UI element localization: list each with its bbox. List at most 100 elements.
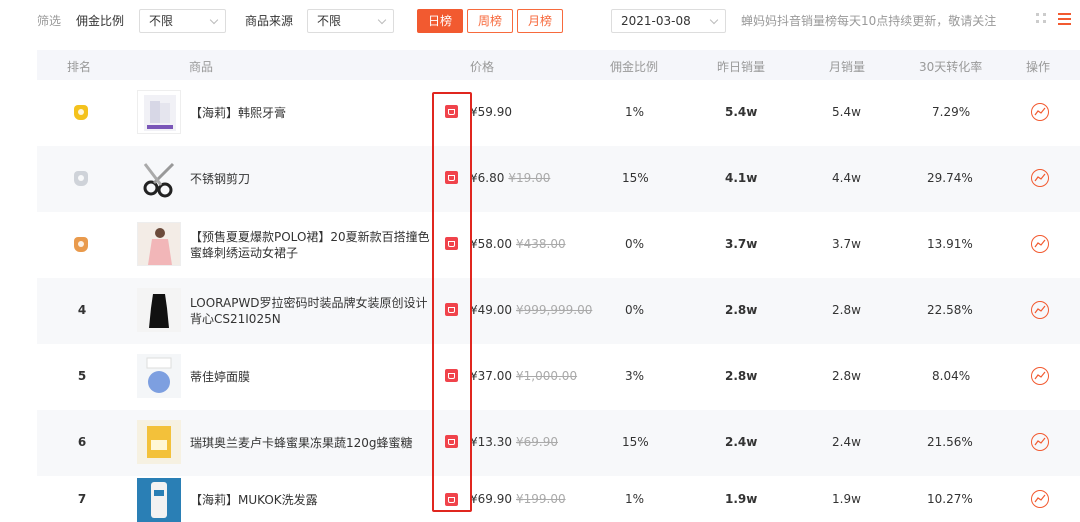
conversion-rate: 21.56%: [927, 435, 973, 449]
yesterday-sales: 2.8w: [725, 303, 758, 317]
monthly-sales: 4.4w: [832, 171, 861, 185]
source-value: 不限: [317, 14, 342, 28]
tab-daily[interactable]: 日榜: [417, 9, 463, 33]
header-product: 商品: [189, 60, 214, 74]
yesterday-sales: 2.8w: [725, 369, 758, 383]
rank-number: 6: [77, 435, 87, 449]
current-price: ¥37.00: [470, 369, 512, 383]
tab-monthly[interactable]: 月榜: [517, 9, 563, 33]
yesterday-sales: 3.7w: [725, 237, 758, 251]
product-thumbnail[interactable]: [137, 90, 181, 134]
price-cell: ¥49.00 ¥999,999.00: [470, 303, 592, 317]
period-tabs: 日榜 周榜 月榜: [417, 9, 567, 33]
trend-chart-icon[interactable]: [1031, 490, 1049, 508]
table-row[interactable]: 4 LOORAPWD罗拉密码时装品牌女装原创设计背心CS21I025N ¥49.…: [37, 278, 1080, 344]
yesterday-sales: 4.1w: [725, 171, 758, 185]
conversion-rate: 22.58%: [927, 303, 973, 317]
chevron-down-icon: [709, 15, 719, 25]
conversion-rate: 7.29%: [932, 105, 971, 119]
current-price: ¥58.00: [470, 237, 512, 251]
trend-chart-icon[interactable]: [1031, 103, 1049, 121]
product-thumbnail[interactable]: [137, 288, 181, 332]
commission-select[interactable]: 不限: [139, 9, 226, 33]
commission-rate: 15%: [622, 435, 649, 449]
yesterday-sales: 5.4w: [725, 105, 758, 119]
table-row[interactable]: 5 蒂佳婷面膜 ¥37.00 ¥1,000.00 3% 2.8w 2.8w 8.0…: [37, 344, 1080, 410]
rank-number: 4: [77, 303, 87, 317]
date-value: 2021-03-08: [621, 14, 691, 28]
product-thumbnail[interactable]: [137, 156, 181, 200]
header-yesterday-sales[interactable]: 昨日销量: [717, 58, 765, 75]
highlight-box: [432, 92, 472, 512]
product-name[interactable]: 蒂佳婷面膜: [190, 369, 434, 385]
monthly-sales: 1.9w: [832, 492, 861, 506]
header-commission[interactable]: 佣金比例: [610, 58, 658, 75]
product-name[interactable]: 不锈钢剪刀: [190, 171, 434, 187]
product-thumbnail[interactable]: [137, 420, 181, 464]
source-label: 商品来源: [245, 14, 294, 28]
chevron-down-icon: [209, 15, 219, 25]
original-price: ¥19.00: [508, 171, 551, 185]
header-rank: 排名: [67, 60, 92, 74]
product-thumbnail[interactable]: [137, 354, 181, 398]
rank-number: 7: [77, 492, 87, 506]
grid-view-icon[interactable]: [1036, 13, 1048, 25]
table-row[interactable]: 【海莉】韩熙牙膏 ¥59.90 1% 5.4w 5.4w 7.29%: [37, 80, 1080, 146]
commission-rate: 15%: [622, 171, 649, 185]
price-cell: ¥37.00 ¥1,000.00: [470, 369, 577, 383]
tab-weekly[interactable]: 周榜: [467, 9, 513, 33]
conversion-rate: 10.27%: [927, 492, 973, 506]
original-price: ¥199.00: [516, 492, 566, 506]
current-price: ¥59.90: [470, 105, 512, 119]
table-row[interactable]: 不锈钢剪刀 ¥6.80 ¥19.00 15% 4.1w 4.4w 29.74%: [37, 146, 1080, 212]
product-name[interactable]: 【预售夏夏爆款POLO裙】20夏新款百搭撞色蜜蜂刺绣运动女裙子: [190, 229, 434, 261]
table-row[interactable]: 【预售夏夏爆款POLO裙】20夏新款百搭撞色蜜蜂刺绣运动女裙子 ¥58.00 ¥4…: [37, 212, 1080, 278]
product-name[interactable]: 【海莉】MUKOK洗发露: [190, 492, 434, 508]
price-cell: ¥6.80 ¥19.00: [470, 171, 550, 185]
filter-bar: 筛选 佣金比例 不限 商品来源 不限 日榜 周榜 月榜 2021-03-08 蝉…: [0, 0, 1080, 40]
commission-label: 佣金比例: [76, 14, 125, 28]
yesterday-sales: 2.4w: [725, 435, 758, 449]
product-name[interactable]: 瑞琪奥兰麦卢卡蜂蜜果冻果蔬120g蜂蜜糖: [190, 435, 434, 451]
original-price: ¥438.00: [516, 237, 566, 251]
conversion-rate: 13.91%: [927, 237, 973, 251]
commission-value: 不限: [149, 14, 174, 28]
rank-number: 5: [77, 369, 87, 383]
yesterday-sales: 1.9w: [725, 492, 758, 506]
header-price[interactable]: 价格: [470, 58, 494, 75]
product-thumbnail[interactable]: [137, 222, 181, 266]
list-view-icon[interactable]: [1058, 13, 1071, 25]
trend-chart-icon[interactable]: [1031, 301, 1049, 319]
monthly-sales: 3.7w: [832, 237, 861, 251]
trend-chart-icon[interactable]: [1031, 367, 1049, 385]
date-select[interactable]: 2021-03-08: [611, 9, 726, 33]
table-header: 排名 商品 价格 佣金比例 昨日销量 月销量 30天转化率 操作: [37, 50, 1080, 80]
original-price: ¥999,999.00: [516, 303, 593, 317]
table-row[interactable]: 6 瑞琪奥兰麦卢卡蜂蜜果冻果蔬120g蜂蜜糖 ¥13.30 ¥69.90 15% …: [37, 410, 1080, 476]
commission-rate: 0%: [625, 303, 645, 317]
price-cell: ¥13.30 ¥69.90: [470, 435, 558, 449]
trend-chart-icon[interactable]: [1031, 235, 1049, 253]
header-monthly-sales[interactable]: 月销量: [829, 58, 865, 75]
price-cell: ¥69.90 ¥199.00: [470, 492, 566, 506]
product-name[interactable]: 【海莉】韩熙牙膏: [190, 105, 434, 121]
product-name[interactable]: LOORAPWD罗拉密码时装品牌女装原创设计背心CS21I025N: [190, 295, 434, 327]
update-notice: 蝉妈妈抖音销量榜每天10点持续更新，敬请关注: [741, 14, 997, 28]
header-action: 操作: [1026, 60, 1051, 74]
silver-medal-icon: [74, 171, 88, 186]
current-price: ¥69.90: [470, 492, 512, 506]
monthly-sales: 2.8w: [832, 303, 861, 317]
trend-chart-icon[interactable]: [1031, 433, 1049, 451]
gold-medal-icon: [74, 105, 88, 120]
original-price: ¥69.90: [516, 435, 558, 449]
conversion-rate: 29.74%: [927, 171, 973, 185]
trend-chart-icon[interactable]: [1031, 169, 1049, 187]
commission-rate: 1%: [625, 492, 645, 506]
current-price: ¥13.30: [470, 435, 512, 449]
current-price: ¥6.80: [470, 171, 505, 185]
header-conversion[interactable]: 30天转化率: [919, 58, 982, 75]
price-cell: ¥59.90: [470, 105, 516, 119]
product-thumbnail[interactable]: [137, 478, 181, 522]
table-row[interactable]: 7 【海莉】MUKOK洗发露 ¥69.90 ¥199.00 1% 1.9w 1.9…: [37, 476, 1080, 522]
source-select[interactable]: 不限: [307, 9, 394, 33]
